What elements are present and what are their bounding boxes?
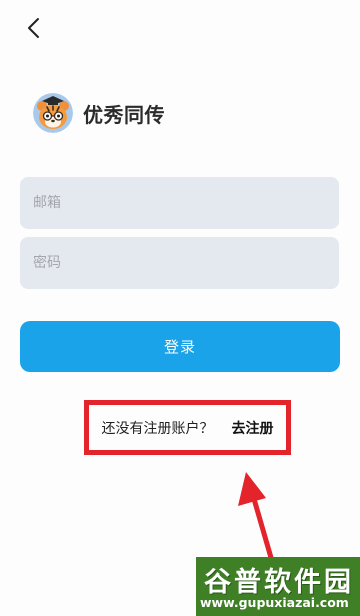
register-highlight-box: 还没有注册账户？ 去注册 [84, 400, 291, 455]
chevron-left-icon [28, 18, 39, 38]
watermark: 谷普软件园 www.gupuxiazai.com [196, 557, 360, 616]
login-button[interactable]: 登录 [20, 321, 340, 372]
back-button[interactable] [20, 14, 48, 42]
app-name: 优秀同传 [83, 102, 165, 127]
register-prompt: 还没有注册账户？ [101, 420, 214, 437]
password-field[interactable] [20, 237, 339, 289]
watermark-url: www.gupuxiazai.com [200, 595, 349, 610]
tiger-mascot-logo [33, 93, 73, 133]
login-page: 优秀同传 登录 还没有注册账户？ 去注册 谷普软件园 www.gupuxiaza… [0, 0, 360, 616]
watermark-main: 谷普软件园 [204, 567, 354, 598]
brand: 优秀同传 [33, 93, 165, 133]
login-button-label: 登录 [163, 338, 196, 356]
email-field[interactable] [20, 177, 339, 229]
register-link[interactable]: 去注册 [232, 418, 274, 438]
